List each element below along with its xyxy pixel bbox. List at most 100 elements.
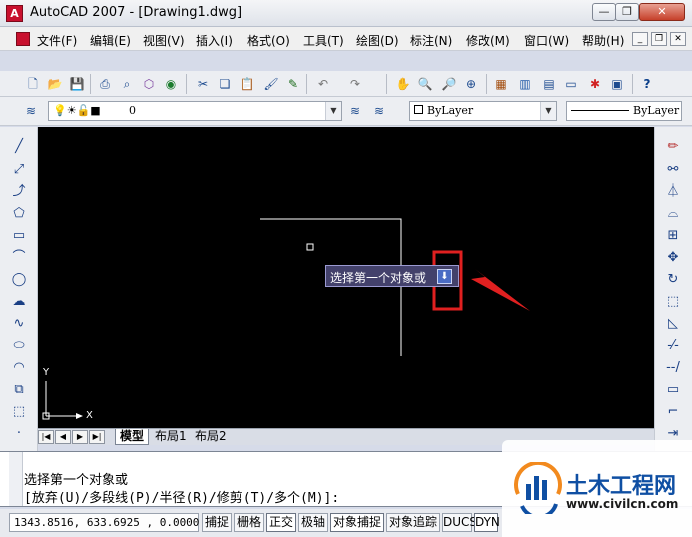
array-icon[interactable]: ⊞ [663,226,683,246]
stretch-icon[interactable]: ◺ [663,314,683,334]
menu-format[interactable]: 格式(O) [247,32,290,49]
menu-dimension[interactable]: 标注(N) [410,32,452,49]
redo-icon[interactable]: ↷ [346,75,364,93]
pan-icon[interactable]: ✋ [394,75,412,93]
document-icon[interactable] [16,32,30,46]
offset-icon[interactable]: ⌓ [663,204,683,224]
tab-layout2[interactable]: 布局2 [191,429,231,445]
erase-icon[interactable]: ✏ [663,137,683,157]
open-icon[interactable]: 📂 [46,75,64,93]
spline-icon[interactable]: ∿ [9,314,29,334]
polygon-icon[interactable]: ⬠ [9,204,29,224]
markup-icon[interactable]: ✱ [586,75,604,93]
sheet-set-icon[interactable]: ▭ [562,75,580,93]
drawn-line[interactable] [260,218,402,356]
revision-cloud-icon[interactable]: ☁ [9,292,29,312]
plot-icon[interactable]: ◉ [162,75,180,93]
color-select[interactable]: ByLayer ▼ [409,101,557,121]
menu-insert[interactable]: 插入(I) [196,32,233,49]
ellipse-arc-icon[interactable]: ◠ [9,358,29,378]
join-icon[interactable]: ⌐ [663,402,683,422]
make-block-icon[interactable]: ⬚ [9,402,29,422]
paste-icon[interactable]: 📋 [238,75,256,93]
grid-toggle[interactable]: 栅格 [234,513,264,532]
restore-icon[interactable]: ❐ [651,32,667,46]
properties-icon[interactable]: ▦ [492,75,510,93]
last-tab-icon[interactable]: ▶| [89,430,105,444]
polyline-icon[interactable]: ⤴ [9,182,29,202]
menu-view[interactable]: 视图(V) [143,32,185,49]
prev-tab-icon[interactable]: ◀ [55,430,71,444]
help-icon[interactable]: ? [638,75,656,93]
menu-window[interactable]: 窗口(W) [524,32,569,49]
scale-icon[interactable]: ⬚ [663,292,683,312]
layer-select[interactable]: 💡☀🔓■ 0 ▼ [48,101,342,121]
copy-object-icon[interactable]: ⚯ [663,160,683,180]
close-icon[interactable]: ✕ [639,3,685,21]
point-icon[interactable]: · [9,424,29,444]
restore-icon[interactable]: ❐ [615,3,639,21]
extend-icon[interactable]: --/ [663,358,683,378]
menu-draw[interactable]: 绘图(D) [356,32,399,49]
layer-previous-icon[interactable]: ≋ [370,102,388,120]
arc-icon[interactable]: ⌒ [9,248,29,268]
layer-manager-icon[interactable]: ≋ [22,102,40,120]
menu-modify[interactable]: 修改(M) [466,32,510,49]
polar-toggle[interactable]: 极轴 [298,513,328,532]
minimize-icon[interactable]: — [592,3,616,21]
copy-icon[interactable]: ❏ [216,75,234,93]
circle-icon[interactable]: ◯ [9,270,29,290]
tab-layout1[interactable]: 布局1 [151,429,191,445]
osnap-toggle[interactable]: 对象捕捉 [330,513,384,532]
insert-block-icon[interactable]: ⧉ [9,380,29,400]
autocad-logo-icon[interactable]: A [6,5,23,22]
print-icon[interactable]: ⎙ [96,75,114,93]
first-tab-icon[interactable]: |◀ [38,430,54,444]
undo-icon[interactable]: ↶ [314,75,332,93]
dyn-toggle[interactable]: DYN [474,513,500,532]
print-preview-icon[interactable]: ⌕ [118,75,136,93]
command-prompt[interactable]: [放弃(U)/多段线(P)/半径(R)/修剪(T)/多个(M)]: [24,487,339,506]
chevron-down-icon[interactable]: ▼ [540,102,556,120]
cut-icon[interactable]: ✂ [194,75,212,93]
break-icon[interactable]: ▭ [663,380,683,400]
line-icon[interactable]: ╱ [9,137,29,157]
download-arrow-icon[interactable]: ⬇ [437,269,452,284]
ducs-toggle[interactable]: DUCS [442,513,477,532]
menu-help[interactable]: 帮助(H) [582,32,624,49]
tool-palettes-icon[interactable]: ▤ [540,75,558,93]
menu-file[interactable]: 文件(F) [37,32,77,49]
close-icon[interactable]: ✕ [670,32,686,46]
calculator-icon[interactable]: ▣ [608,75,626,93]
trim-icon[interactable]: -⁄- [663,336,683,356]
publish-icon[interactable]: ⬡ [140,75,158,93]
save-icon[interactable]: 💾 [68,75,86,93]
rotate-icon[interactable]: ↻ [663,270,683,290]
zoom-previous-icon[interactable]: ⊕ [462,75,480,93]
minimize-icon[interactable]: _ [632,32,648,46]
drawing-canvas[interactable]: Y X 选择第一个对象或 ⬇ [38,127,654,428]
menu-tools[interactable]: 工具(T) [303,32,344,49]
construction-line-icon[interactable]: ⤢ [9,160,29,180]
chevron-down-icon[interactable]: ▼ [325,102,341,120]
zoom-window-icon[interactable]: 🔎 [440,75,458,93]
next-tab-icon[interactable]: ▶ [72,430,88,444]
tab-model[interactable]: 模型 [115,429,150,445]
zoom-realtime-icon[interactable]: 🔍 [416,75,434,93]
rectangle-icon[interactable]: ▭ [9,226,29,246]
new-icon[interactable]: 🗋 [24,75,42,93]
ortho-toggle[interactable]: 正交 [266,513,296,532]
make-current-icon[interactable]: ≋ [346,102,364,120]
block-editor-icon[interactable]: ✎ [284,75,302,93]
ellipse-icon[interactable]: ⬭ [9,336,29,356]
otrack-toggle[interactable]: 对象追踪 [386,513,440,532]
mirror-icon[interactable]: ⏃ [663,182,683,202]
coordinate-readout[interactable]: 1343.8516, 633.6925 , 0.0000 [9,513,199,532]
snap-toggle[interactable]: 捕捉 [202,513,232,532]
match-properties-icon[interactable]: 🖌 [262,75,280,93]
linetype-select[interactable]: ByLayer [566,101,682,121]
move-icon[interactable]: ✥ [663,248,683,268]
design-center-icon[interactable]: ▥ [516,75,534,93]
command-scrollbar[interactable] [9,452,23,506]
menu-edit[interactable]: 编辑(E) [90,32,131,49]
